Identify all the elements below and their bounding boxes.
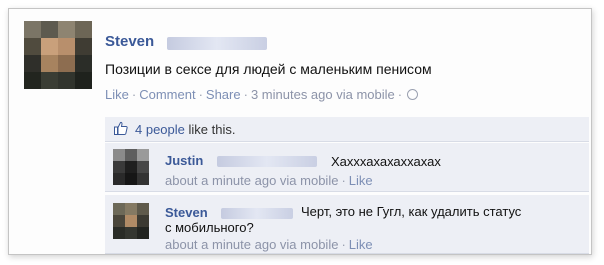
comment-author-name[interactable]: Justin [165,153,203,168]
blurred-surname [221,208,293,219]
comment-text-line-2: с мобильного? [165,220,254,235]
comment-item: Steven Черт, это не Гугл, как удалить ст… [105,195,589,254]
blurred-surname [167,37,267,50]
comment-meta: about a minute ago via mobile · Like [165,237,373,252]
comment-like-link[interactable]: Like [349,237,373,252]
comment-link[interactable]: Comment [139,87,195,102]
globe-icon [407,89,419,100]
share-link[interactable]: Share [206,87,241,102]
author-avatar[interactable] [24,21,92,89]
comment-text-line-1: Черт, это не Гугл, как удалить статус [301,204,522,219]
commenter-avatar[interactable] [113,149,149,185]
comment-item: Justin Хахххахахаххахах about a minute a… [105,143,589,192]
likes-summary: 4 people like this. [135,122,236,137]
like-link[interactable]: Like [105,87,129,102]
blurred-surname [217,156,317,167]
likers-link[interactable]: 4 people [135,122,185,137]
post-author-name[interactable]: Steven [105,33,154,50]
commenter-avatar[interactable] [113,203,149,239]
comment-like-link[interactable]: Like [349,173,373,188]
comment-author-name[interactable]: Steven [165,205,208,220]
comment-text: Хахххахахаххахах [331,154,441,169]
post-card: Steven Позиции в сексе для людей с мален… [8,8,592,255]
post-timestamp[interactable]: 3 minutes ago via mobile [251,87,395,102]
post-text: Позиции в сексе для людей с маленьким пе… [105,61,432,77]
post-meta: Like · Comment · Share · 3 minutes ago via mob… [105,87,419,102]
comment-timestamp[interactable]: about a minute ago via mobile [165,237,338,252]
thumbs-up-icon [114,121,128,135]
comment-meta: about a minute ago via mobile · Like [165,173,373,188]
likes-bar: 4 people like this. [105,117,589,142]
comment-timestamp[interactable]: about a minute ago via mobile [165,173,338,188]
